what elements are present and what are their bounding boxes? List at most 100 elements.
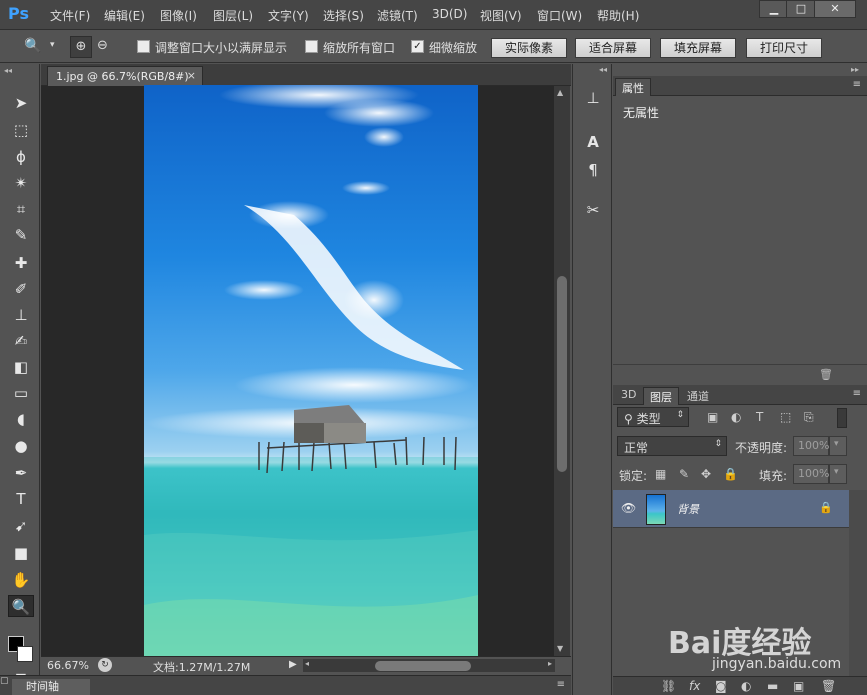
menu-window[interactable]: 窗口(W) xyxy=(537,7,582,24)
pen-tool-icon[interactable]: ✒ xyxy=(8,462,34,484)
scroll-up-icon[interactable]: ▲ xyxy=(557,88,563,97)
menu-3d[interactable]: 3D(D) xyxy=(432,7,467,21)
layer-name[interactable]: 背景 xyxy=(677,501,699,517)
smart-object-filter-icon[interactable]: ⎘ xyxy=(804,410,814,425)
healing-brush-icon[interactable]: ✚ xyxy=(8,252,34,274)
scroll-right-icon[interactable]: ▸ xyxy=(548,659,552,668)
menu-filter[interactable]: 滤镜(T) xyxy=(377,7,418,24)
chevron-down-icon[interactable]: ▾ xyxy=(829,436,847,456)
close-button[interactable]: ✕ xyxy=(814,0,856,18)
type-tool-icon[interactable]: T xyxy=(8,488,34,510)
tab-channels[interactable]: 通道 xyxy=(681,387,715,405)
menu-file[interactable]: 文件(F) xyxy=(50,7,90,24)
properties-footer: 🗑 xyxy=(613,364,867,384)
menu-image[interactable]: 图像(I) xyxy=(160,7,197,24)
zoom-out-icon[interactable]: ⊖ xyxy=(97,38,108,53)
adjustment-filter-icon[interactable]: ◐ xyxy=(731,410,741,424)
zoom-level[interactable]: 66.67% xyxy=(47,659,89,672)
magic-wand-icon[interactable]: ✴ xyxy=(8,172,34,194)
layer-row-background[interactable]: 👁 背景 🔒 xyxy=(613,490,849,528)
menu-type[interactable]: 文字(Y) xyxy=(268,7,309,24)
lock-all-icon[interactable]: 🔒 xyxy=(723,467,738,481)
menu-edit[interactable]: 编辑(E) xyxy=(104,7,145,24)
menu-view[interactable]: 视图(V) xyxy=(480,7,522,24)
tab-3d[interactable]: 3D xyxy=(615,387,642,405)
zoom-tool-icon[interactable]: 🔍 xyxy=(8,595,34,617)
tab-layers[interactable]: 图层 xyxy=(643,387,679,405)
layer-thumbnail xyxy=(646,494,666,525)
eyedropper-icon[interactable]: ✎ xyxy=(8,224,34,246)
close-tab-icon[interactable]: × xyxy=(187,69,196,82)
clone-source-icon[interactable]: ⊥ xyxy=(581,86,605,110)
trash-icon[interactable]: 🗑 xyxy=(819,368,833,381)
lock-image-icon[interactable]: ✎ xyxy=(679,467,689,481)
clone-stamp-icon[interactable]: ⊥ xyxy=(8,304,34,326)
maximize-button[interactable]: □ xyxy=(786,0,816,18)
share-icon[interactable]: ↻ xyxy=(98,658,112,672)
panel-menu-icon[interactable]: ≡ xyxy=(853,388,861,399)
shape-filter-icon[interactable]: ⬚ xyxy=(780,410,791,424)
chevron-down-icon[interactable]: ▾ xyxy=(829,464,847,484)
eye-icon[interactable]: 👁 xyxy=(621,501,636,515)
scrubby-zoom-checkbox[interactable]: ✓ xyxy=(411,40,424,53)
background-color-swatch[interactable] xyxy=(17,646,33,662)
horizontal-scroll-thumb[interactable] xyxy=(375,661,471,671)
horizontal-scrollbar[interactable]: ◂ ▸ xyxy=(303,659,555,672)
character-panel-icon[interactable]: A xyxy=(581,130,605,154)
fit-screen-button[interactable]: 适合屏幕 xyxy=(575,38,651,58)
lock-position-icon[interactable]: ✥ xyxy=(701,467,711,481)
vertical-scroll-thumb[interactable] xyxy=(557,276,567,472)
document-tab[interactable]: 1.jpg @ 66.7%(RGB/8#) × xyxy=(47,66,203,86)
timeline-tab[interactable]: 时间轴 xyxy=(12,679,90,695)
layer-filter-select[interactable]: ⚲ 类型 ⇕ xyxy=(617,407,689,427)
resize-window-checkbox[interactable] xyxy=(137,40,150,53)
filter-toggle[interactable] xyxy=(837,408,847,428)
rectangle-tool-icon[interactable]: ■ xyxy=(8,542,34,564)
lock-transparent-icon[interactable]: ▦ xyxy=(655,467,666,481)
scroll-down-icon[interactable]: ▼ xyxy=(557,644,563,653)
menu-help[interactable]: 帮助(H) xyxy=(597,7,639,24)
blend-mode-select[interactable]: 正常 ⇕ xyxy=(617,436,727,456)
status-menu-arrow-icon[interactable]: ▶ xyxy=(289,659,297,670)
no-properties-text: 无属性 xyxy=(623,106,660,120)
scroll-left-icon[interactable]: ◂ xyxy=(305,659,309,668)
move-tool-icon[interactable]: ➤ xyxy=(8,92,34,114)
document-image[interactable] xyxy=(144,85,478,657)
vertical-scrollbar[interactable]: ▲ ▼ xyxy=(554,86,570,656)
paragraph-panel-icon[interactable]: ¶ xyxy=(581,158,605,182)
type-filter-icon[interactable]: T xyxy=(756,410,763,424)
zoom-all-checkbox[interactable] xyxy=(305,40,318,53)
collapse-icon[interactable]: ◂◂ xyxy=(599,65,607,74)
fill-input[interactable]: 100% xyxy=(793,464,829,484)
zoom-in-icon[interactable]: ⊕ xyxy=(70,36,92,58)
layer-lock-icon: 🔒 xyxy=(819,501,833,514)
menu-layer[interactable]: 图层(L) xyxy=(213,7,253,24)
pixel-filter-icon[interactable]: ▣ xyxy=(707,410,718,424)
opacity-label: 不透明度: xyxy=(735,441,788,455)
zoom-tool-preset-icon[interactable]: 🔍 xyxy=(24,38,41,54)
brush-tool-icon[interactable]: ✐ xyxy=(8,278,34,300)
collapse-icon[interactable]: ◂◂ xyxy=(4,66,12,75)
opacity-input[interactable]: 100% xyxy=(793,436,829,456)
print-size-button[interactable]: 打印尺寸 xyxy=(746,38,822,58)
dodge-tool-icon[interactable]: ● xyxy=(8,435,34,457)
blur-tool-icon[interactable]: ◖ xyxy=(8,408,34,430)
expand-icon[interactable]: ▸▸ xyxy=(851,65,859,74)
tool-presets-icon[interactable]: ✂ xyxy=(581,198,605,222)
panel-menu-icon[interactable]: ≡ xyxy=(557,679,565,690)
path-selection-icon[interactable]: ➹ xyxy=(8,515,34,537)
gradient-tool-icon[interactable]: ▭ xyxy=(8,382,34,404)
minimize-button[interactable]: ▁ xyxy=(759,0,789,18)
history-brush-icon[interactable]: ✍ xyxy=(8,330,34,352)
tab-properties[interactable]: 属性 xyxy=(615,78,651,96)
menu-select[interactable]: 选择(S) xyxy=(323,7,364,24)
panel-menu-icon[interactable]: ≡ xyxy=(853,79,861,90)
marquee-tool-icon[interactable]: ⬚ xyxy=(8,119,34,141)
lasso-tool-icon[interactable]: ϕ xyxy=(8,146,34,168)
eraser-icon[interactable]: ◧ xyxy=(8,356,34,378)
actual-pixels-button[interactable]: 实际像素 xyxy=(491,38,567,58)
chevron-down-icon[interactable]: ▾ xyxy=(50,40,55,50)
hand-tool-icon[interactable]: ✋ xyxy=(8,569,34,591)
crop-tool-icon[interactable]: ⌗ xyxy=(8,198,34,220)
fill-screen-button[interactable]: 填充屏幕 xyxy=(660,38,736,58)
